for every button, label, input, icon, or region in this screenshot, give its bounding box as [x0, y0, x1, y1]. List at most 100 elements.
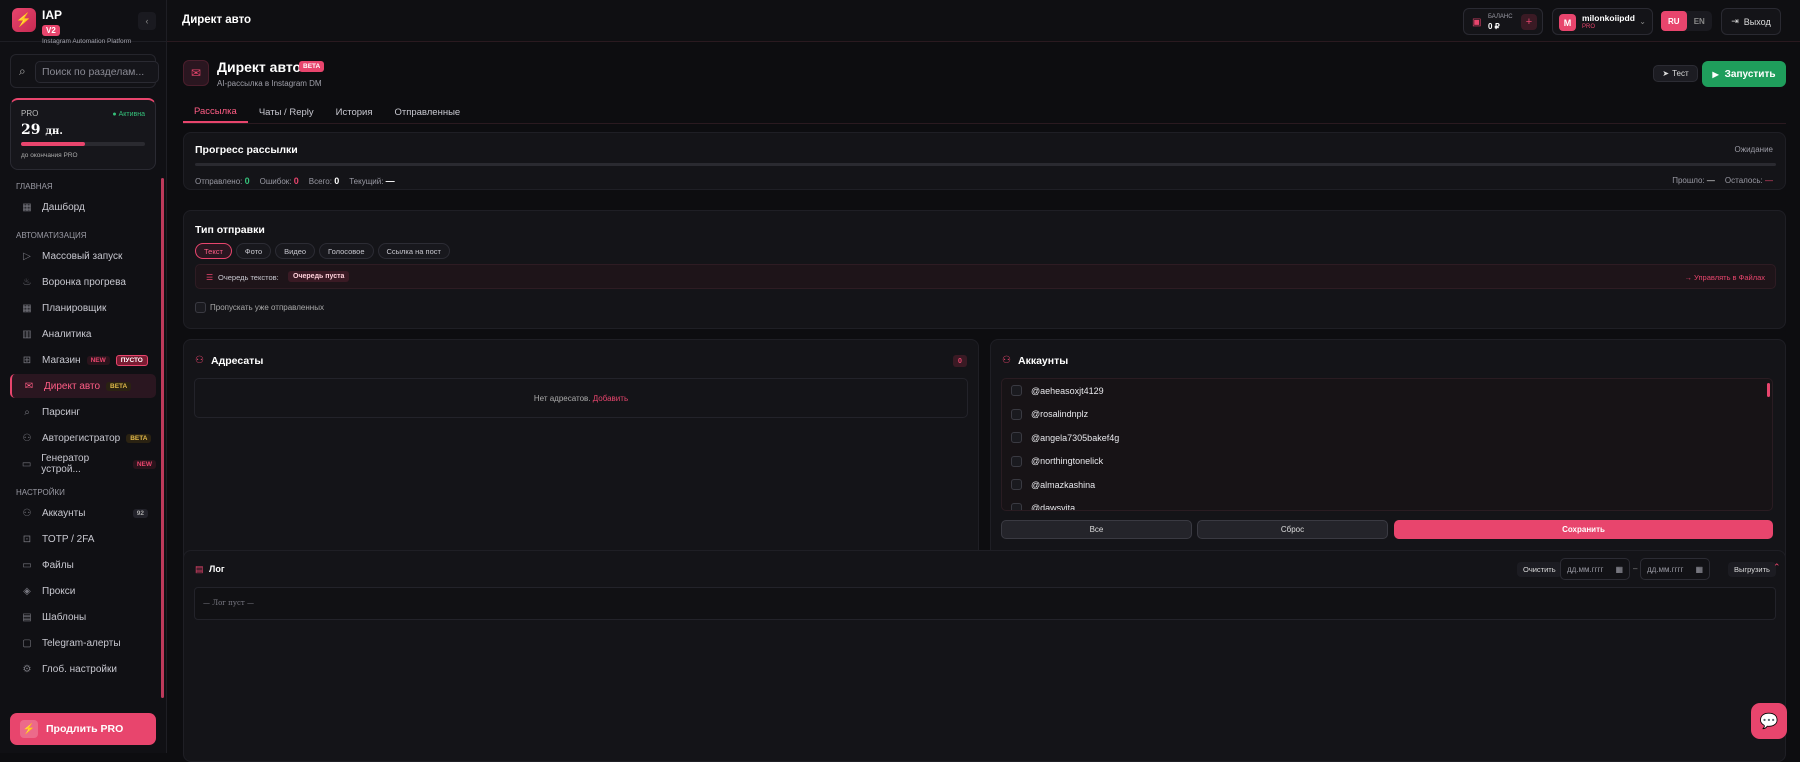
user-menu[interactable]: M milonkoiipdd PRO ⌄	[1552, 8, 1653, 35]
select-all-button[interactable]: Все	[1001, 520, 1192, 539]
date-from-input[interactable]: дд.мм.гггг ▦	[1560, 558, 1630, 580]
log-title: Лог	[209, 564, 225, 574]
account-row[interactable]: @northingtonelick	[1002, 450, 1772, 474]
sidebar-scrollbar[interactable]	[161, 178, 164, 698]
run-button[interactable]: ▶ Запустить	[1702, 61, 1786, 87]
sidebar-item[interactable]: ▦ Планировщик	[10, 296, 156, 320]
search-input[interactable]	[35, 61, 159, 83]
flame-icon: ♨	[22, 276, 32, 288]
sidebar-item[interactable]: ▤ Шаблоны	[10, 605, 156, 629]
log-empty-text: — Лог пуст —	[203, 599, 254, 607]
test-button[interactable]: ➤ Тест	[1653, 65, 1698, 82]
clear-log-button[interactable]: Очистить	[1517, 562, 1562, 577]
folder-icon: ▭	[22, 559, 32, 571]
users-icon: ⚇	[22, 507, 32, 519]
sidebar-item[interactable]: ⚙ Глоб. настройки	[10, 657, 156, 681]
chat-icon: 💬	[1759, 713, 1779, 730]
nav-tag: ПУСТО	[115, 354, 148, 366]
account-row[interactable]: @almazkashina	[1002, 473, 1772, 497]
sidebar-item[interactable]: ▭ Генератор устрой... NEW	[10, 452, 156, 476]
export-log-button[interactable]: Выгрузить	[1728, 562, 1776, 577]
stat-total: Всего: 0	[309, 176, 339, 186]
bar-chart-icon: ▥	[22, 328, 32, 340]
stat-elapsed-value: —	[1706, 176, 1715, 185]
sidebar-item-label: Магазин	[42, 354, 81, 366]
accounts-scrollbar[interactable]	[1767, 383, 1770, 397]
queue-label: Очередь текстов:	[218, 273, 279, 282]
send-type-post-link[interactable]: Ссылка на пост	[377, 243, 450, 259]
sidebar-item[interactable]: ◈ Прокси	[10, 579, 156, 603]
sidebar-item[interactable]: ♨ Воронка прогрева	[10, 270, 156, 294]
topup-button[interactable]: +	[1521, 14, 1537, 30]
account-checkbox[interactable]	[1011, 432, 1022, 444]
account-row[interactable]: @aeheasoxjt4129	[1002, 379, 1772, 403]
lang-ru-button[interactable]: RU	[1661, 11, 1687, 31]
account-checkbox[interactable]	[1011, 455, 1022, 467]
balance-label: БАЛАНС	[1488, 14, 1513, 20]
collapse-sidebar-button[interactable]: ‹	[138, 12, 156, 30]
play-icon: ▷	[23, 250, 31, 262]
account-checkbox[interactable]	[1011, 385, 1022, 397]
sidebar-nav: Главная ▦ Дашборд Автоматизация ▷ Массовый за…	[0, 182, 166, 681]
account-checkbox[interactable]	[1011, 408, 1022, 420]
sidebar-item[interactable]: ▦ Дашборд	[10, 195, 156, 219]
account-handle: @dawsvita	[1031, 503, 1076, 511]
save-button[interactable]: Сохранить	[1394, 520, 1773, 539]
add-recipients-link[interactable]: Добавить	[593, 394, 628, 403]
plan-note: до окончания PRO	[21, 152, 78, 159]
logout-label: Выход	[1743, 16, 1771, 27]
lang-en-button[interactable]: EN	[1687, 11, 1713, 31]
tab-sent[interactable]: Отправленные	[383, 101, 471, 123]
wallet-icon: ▣	[1472, 17, 1482, 28]
account-row[interactable]: @angela7305bakef4g	[1002, 426, 1772, 450]
sidebar-item[interactable]: ⊡ TOTP / 2FA	[10, 527, 156, 551]
stat-left: Осталось: —	[1725, 176, 1773, 185]
sidebar-item-label: TOTP / 2FA	[42, 533, 95, 545]
tab-chats[interactable]: Чаты / Reply	[248, 101, 325, 123]
log-card: ▤ Лог Очистить дд.мм.гггг ▦ – дд.мм.гггг ▦…	[183, 550, 1786, 762]
send-type-video[interactable]: Видео	[275, 243, 316, 259]
skip-sent-label: Пропускать уже отправленных	[210, 303, 324, 312]
send-type-voice[interactable]: Голосовое	[319, 243, 374, 259]
tab-mailing[interactable]: Рассылка	[183, 101, 248, 123]
progress-title: Прогресс рассылки	[195, 144, 298, 156]
users-icon: ⚇	[1002, 355, 1011, 366]
send-type-photo[interactable]: Фото	[235, 243, 272, 259]
plan-days-value: 29	[21, 122, 41, 138]
sidebar-item[interactable]: ⊞ Магазин NEW ПУСТО	[10, 348, 156, 372]
account-row[interactable]: @dawsvita	[1002, 497, 1772, 511]
sidebar-item-label: Планировщик	[42, 302, 107, 314]
stat-sent-value: 0	[244, 176, 250, 186]
reset-button[interactable]: Сброс	[1197, 520, 1388, 539]
send-type-text[interactable]: Текст	[195, 243, 232, 259]
plan-card: PRO ● Активна 29 дн. до окончания PRO	[10, 98, 156, 170]
chat-support-button[interactable]: 💬	[1751, 703, 1787, 739]
sidebar-item[interactable]: ⚇ Аккаунты 92	[10, 501, 156, 525]
sidebar-item-label: Шаблоны	[42, 611, 87, 623]
skip-sent-checkbox[interactable]	[195, 302, 206, 313]
sidebar-item[interactable]: ▥ Аналитика	[10, 322, 156, 346]
sidebar-item[interactable]: ▭ Файлы	[10, 553, 156, 577]
user-name: milonkoiipdd	[1582, 13, 1635, 23]
nav-section-title: Автоматизация	[16, 231, 87, 240]
sidebar-item[interactable]: ▢ Telegram-алерты	[10, 631, 156, 655]
stat-elapsed: Прошло: —	[1672, 176, 1715, 185]
sidebar-item[interactable]: ⚇ Авторегистратор BETA	[10, 426, 156, 450]
chevron-up-icon[interactable]: ⌃	[1773, 562, 1781, 573]
nav-section-title: Главная	[16, 182, 53, 191]
renew-pro-button[interactable]: ⚡ Продлить PRO	[10, 713, 156, 745]
date-to-input[interactable]: дд.мм.гггг ▦	[1640, 558, 1710, 580]
sidebar-item[interactable]: ⌕ Парсинг	[10, 400, 156, 424]
account-checkbox[interactable]	[1011, 479, 1022, 491]
account-handle: @almazkashina	[1031, 479, 1096, 490]
account-handle: @northingtonelick	[1031, 456, 1104, 467]
account-checkbox[interactable]	[1011, 502, 1022, 510]
stat-sent-label: Отправлено:	[195, 177, 243, 186]
manage-files-link[interactable]: → Управлять в Файлах	[1684, 273, 1765, 282]
logout-button[interactable]: ⇥ Выход	[1721, 8, 1781, 35]
account-row[interactable]: @rosalindnplz	[1002, 403, 1772, 427]
sidebar-item[interactable]: ✉ Директ авто BETA	[10, 374, 156, 398]
tabs-divider	[183, 123, 1786, 124]
sidebar-item[interactable]: ▷ Массовый запуск	[10, 244, 156, 268]
tab-history[interactable]: История	[325, 101, 384, 123]
